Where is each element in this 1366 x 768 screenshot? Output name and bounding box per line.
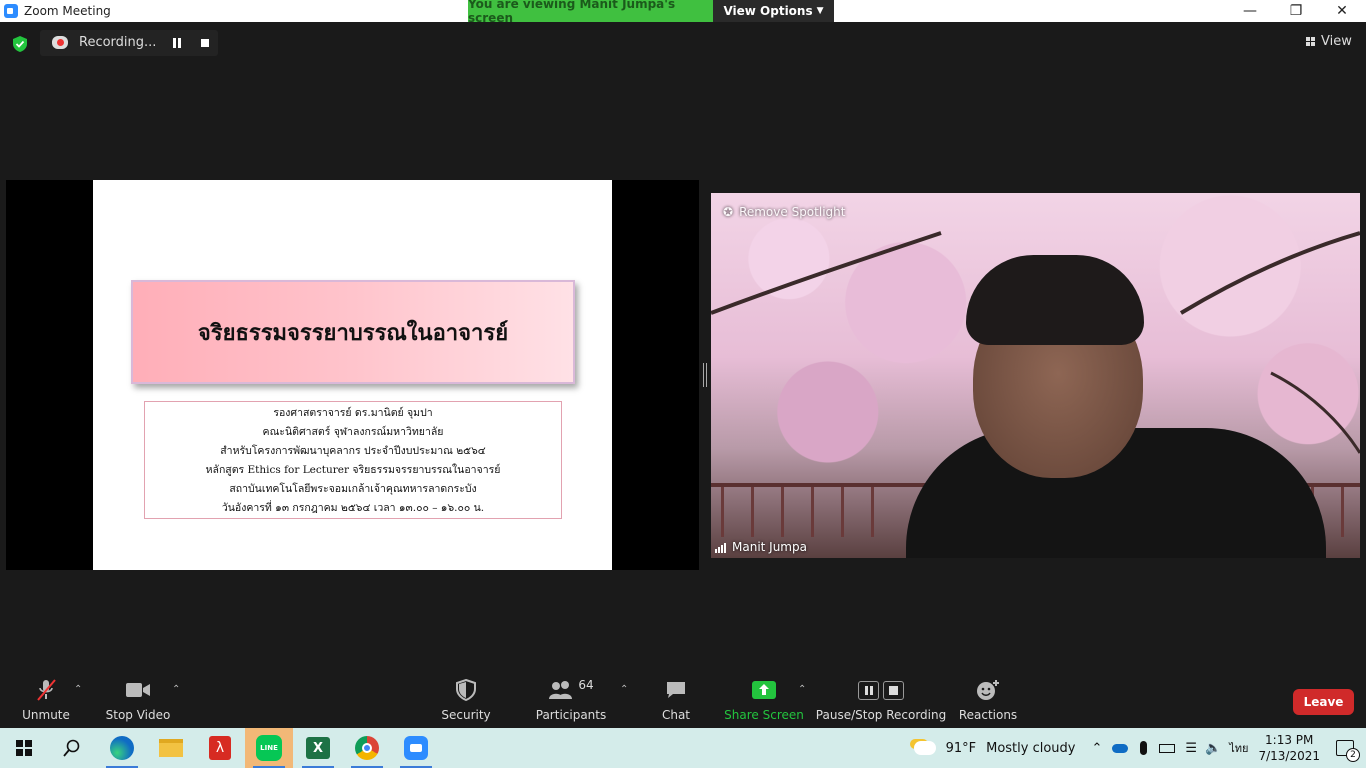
zoom-app-icon — [4, 4, 18, 18]
reactions-button[interactable]: Reactions — [958, 676, 1018, 722]
view-options-label: View Options — [723, 4, 813, 18]
participant-name-tag: Manit Jumpa — [715, 540, 807, 554]
line-app-label: LINE — [256, 735, 282, 761]
slide-line: หลักสูตร Ethics for Lecturer จริยธรรมจรร… — [205, 464, 501, 476]
leave-button[interactable]: Leave — [1293, 689, 1354, 715]
close-button[interactable]: ✕ — [1319, 0, 1365, 22]
share-screen-button[interactable]: Share Screen — [724, 676, 804, 722]
recording-icon — [52, 36, 68, 49]
person-hair — [966, 255, 1144, 345]
signal-strength-icon — [715, 542, 726, 553]
view-label: View — [1321, 34, 1352, 49]
windows-taskbar: λ LINE X 91°F Mostly cloudy ⌃ ☰ 🔈 ไทย 1:… — [0, 728, 1366, 768]
slide-line: สำหรับโครงการพัฒนาบุคลากร ประจำปีงบประมา… — [220, 445, 486, 457]
chat-label: Chat — [661, 708, 691, 722]
pause-stop-recording-button[interactable]: Pause/Stop Recording — [816, 676, 946, 722]
notification-icon[interactable]: 2 — [1336, 740, 1360, 762]
chevron-up-icon[interactable]: ⌃ — [798, 684, 806, 695]
people-icon: 64 — [548, 676, 594, 704]
edge-icon[interactable] — [98, 728, 146, 768]
acrobat-icon[interactable]: λ — [196, 728, 244, 768]
speaker-icon[interactable]: 🔈 — [1205, 741, 1221, 756]
shield-icon — [456, 676, 476, 704]
chevron-down-icon: ▼ — [816, 6, 824, 16]
slide-info-box: รองศาสตราจารย์ ดร.มานิตย์ จุมปา คณะนิติศ… — [144, 401, 562, 519]
camera-icon — [125, 676, 151, 704]
slide-line: คณะนิติศาสตร์ จุฬาลงกรณ์มหาวิทยาลัย — [262, 426, 444, 438]
participants-button[interactable]: 64 Participants — [535, 676, 607, 722]
view-options-button[interactable]: View Options ▼ — [713, 0, 834, 22]
chat-button[interactable]: Chat — [656, 676, 696, 722]
grid-view-icon — [1306, 37, 1315, 46]
stop-icon[interactable] — [201, 39, 209, 47]
meeting-toolbar: Unmute ⌃ Stop Video ⌃ Security 64 Partic… — [0, 676, 1366, 728]
mic-muted-icon — [35, 676, 57, 704]
recording-status: Recording... — [79, 35, 157, 50]
restore-button[interactable]: ❐ — [1273, 0, 1319, 22]
share-arrow-icon — [751, 676, 777, 704]
slide-line: รองศาสตราจารย์ ดร.มานิตย์ จุมปา — [273, 407, 433, 419]
clock[interactable]: 1:13 PM 7/13/2021 — [1258, 732, 1320, 764]
viewing-banner: You are viewing Manit Jumpa's screen Vie… — [468, 0, 834, 25]
clock-date: 7/13/2021 — [1258, 749, 1320, 763]
view-button[interactable]: View — [1306, 34, 1352, 49]
slide-line: วันอังคารที่ ๑๓ กรกฎาคม ๒๕๖๔ เวลา ๑๓.๐๐ … — [221, 502, 485, 514]
chevron-up-icon[interactable]: ⌃ — [620, 684, 628, 695]
battery-icon[interactable] — [1159, 743, 1176, 753]
unmute-label: Unmute — [22, 708, 70, 722]
participant-name: Manit Jumpa — [732, 540, 807, 554]
onedrive-icon[interactable] — [1112, 743, 1129, 753]
slide-title: จริยธรรมจรรยาบรรณในอาจารย์ — [131, 280, 575, 384]
chat-icon — [665, 676, 687, 704]
stop-video-label: Stop Video — [105, 708, 171, 722]
security-label: Security — [441, 708, 491, 722]
participants-count: 64 — [578, 678, 594, 692]
notification-count: 2 — [1346, 748, 1360, 762]
reactions-label: Reactions — [958, 708, 1018, 722]
viewing-status: You are viewing Manit Jumpa's screen — [468, 0, 713, 25]
recording-bar: Recording... — [40, 30, 218, 56]
pin-icon: ✪ — [723, 205, 734, 219]
chrome-icon[interactable] — [343, 728, 391, 768]
system-tray: 91°F Mostly cloudy ⌃ ☰ 🔈 ไทย 1:13 PM 7/1… — [913, 728, 1366, 768]
file-explorer-icon[interactable] — [147, 728, 195, 768]
share-screen-label: Share Screen — [724, 708, 804, 722]
windows-start-icon[interactable] — [0, 728, 48, 768]
zoom-taskbar-icon[interactable] — [392, 728, 440, 768]
slide-line: สถาบันเทคโนโลยีพระจอมเกล้าเจ้าคุณทหารลาด… — [229, 483, 477, 495]
chevron-up-icon[interactable]: ⌃ — [172, 684, 180, 695]
weather-icon[interactable] — [913, 741, 936, 755]
chevron-up-icon[interactable]: ⌃ — [74, 684, 82, 695]
shared-screen[interactable]: จริยธรรมจรรยาบรรณในอาจารย์ รองศาสตราจารย… — [6, 180, 699, 570]
clock-time: 1:13 PM — [1265, 733, 1314, 747]
pause-stop-recording-label: Pause/Stop Recording — [815, 708, 947, 722]
participants-label: Participants — [535, 708, 607, 722]
remove-spotlight-button[interactable]: ✪ Remove Spotlight — [723, 205, 845, 219]
chevron-up-icon[interactable]: ⌃ — [1091, 741, 1102, 756]
stop-video-button[interactable]: Stop Video — [106, 676, 170, 722]
unmute-button[interactable]: Unmute — [18, 676, 74, 722]
smiley-icon — [976, 676, 1000, 704]
participant-video[interactable]: ✪ Remove Spotlight Manit Jumpa — [711, 193, 1360, 558]
weather-condition[interactable]: Mostly cloudy — [986, 741, 1075, 756]
record-controls-icon — [858, 676, 904, 704]
panel-splitter[interactable] — [703, 363, 707, 387]
presentation-slide: จริยธรรมจรรยาบรรณในอาจารย์ รองศาสตราจารย… — [93, 180, 612, 570]
shield-check-icon[interactable] — [12, 36, 28, 52]
weather-temperature[interactable]: 91°F — [946, 741, 977, 756]
microphone-icon[interactable] — [1140, 741, 1148, 755]
line-icon[interactable]: LINE — [245, 728, 293, 768]
input-language[interactable]: ไทย — [1229, 739, 1248, 757]
wifi-icon[interactable]: ☰ — [1185, 741, 1197, 756]
excel-icon[interactable]: X — [294, 728, 342, 768]
window-title: Zoom Meeting — [24, 4, 111, 18]
pause-icon[interactable] — [173, 38, 183, 48]
security-button[interactable]: Security — [441, 676, 491, 722]
minimize-button[interactable]: — — [1227, 0, 1273, 22]
remove-spotlight-label: Remove Spotlight — [739, 205, 846, 219]
search-icon[interactable] — [48, 728, 96, 768]
